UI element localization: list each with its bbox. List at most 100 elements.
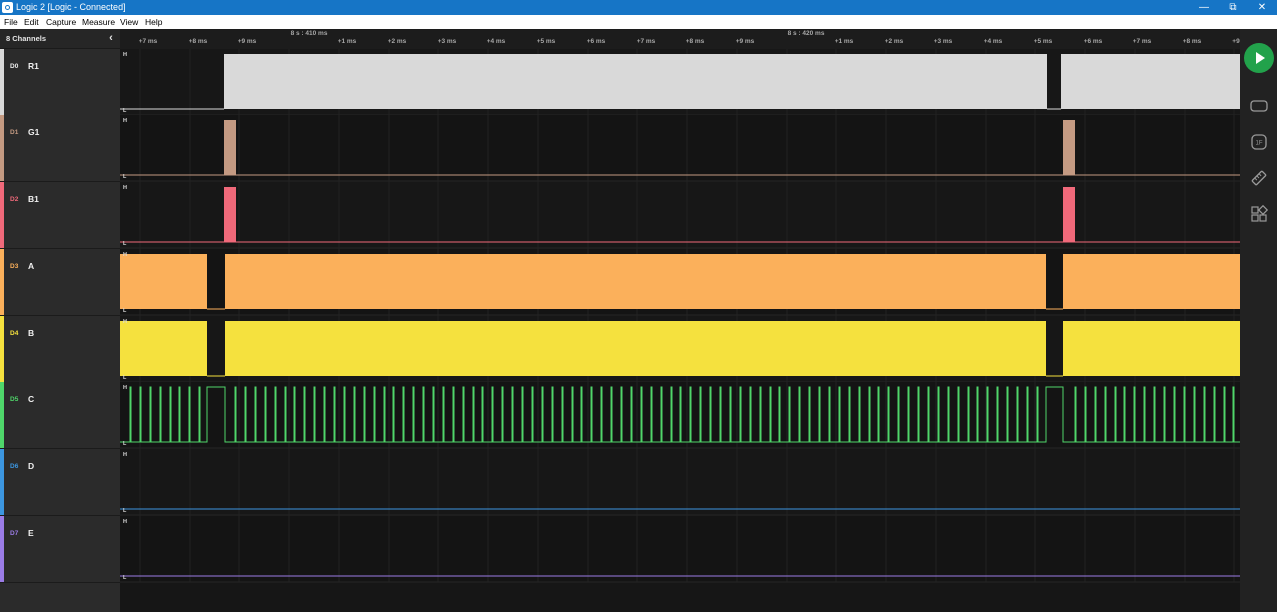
- channel-row-d5[interactable]: D5 C: [0, 382, 120, 449]
- menu-file[interactable]: File: [4, 17, 18, 27]
- signal-pulse: [224, 120, 236, 175]
- channel-lane: [120, 449, 1240, 515]
- channel-name[interactable]: A: [28, 261, 34, 271]
- ruler-tick-label: +1 ms: [337, 38, 357, 45]
- signal-pulse: [224, 187, 236, 242]
- menu-capture[interactable]: Capture: [46, 17, 76, 27]
- channel-color-bar: [0, 382, 4, 448]
- channel-id: D3: [10, 263, 19, 270]
- time-ruler[interactable]: +7 ms +8 ms +9 ms +1 ms +2 ms +3 ms +4 ms +5 ms…: [120, 29, 1240, 49]
- channel-name[interactable]: D: [28, 461, 34, 471]
- chevron-left-icon[interactable]: ‹: [105, 32, 117, 44]
- waveform-view[interactable]: HLHLHLHLHLHLHLHL: [120, 49, 1240, 612]
- channel-color-bar: [0, 182, 4, 248]
- layout-icon[interactable]: [1249, 204, 1269, 224]
- channel-count: 8 Channels: [6, 34, 47, 43]
- ruler-tick-label: +2 ms: [884, 38, 904, 45]
- ruler-major-label: 8 s : 420 ms: [787, 30, 825, 37]
- signal-high-block: [225, 254, 1046, 309]
- menu-bar: File Edit Capture Measure View Help: [0, 15, 1277, 29]
- sidebar-header: 8 Channels ‹: [0, 29, 120, 49]
- channel-row-d7[interactable]: D7 E: [0, 516, 120, 583]
- waveform-canvas[interactable]: HLHLHLHLHLHLHLHL: [120, 49, 1240, 612]
- ruler-tick-label: +7 ms: [1132, 38, 1152, 45]
- ruler-tick-label: +8 ms: [188, 38, 208, 45]
- signal-high-block: [224, 54, 1047, 109]
- channel-name[interactable]: B1: [28, 194, 39, 204]
- channel-id: D7: [10, 530, 19, 537]
- minimize-button[interactable]: —: [1189, 0, 1219, 15]
- signal-high-block: [1061, 54, 1240, 109]
- level-high-label: H: [123, 185, 127, 191]
- channel-id: D6: [10, 463, 19, 470]
- channel-name[interactable]: E: [28, 528, 34, 538]
- level-high-label: H: [123, 519, 127, 525]
- title-bar: Logic 2 [Logic - Connected] — ⧉ ✕: [0, 0, 1277, 15]
- level-high-label: H: [123, 385, 127, 391]
- ruler-tick-label: +3 ms: [437, 38, 457, 45]
- signal-high-block: [225, 321, 1046, 376]
- ruler-tick-label: +2 ms: [387, 38, 407, 45]
- signal-high-block: [120, 254, 207, 309]
- channel-name[interactable]: C: [28, 394, 34, 404]
- channel-color-bar: [0, 115, 4, 181]
- channel-row-d0[interactable]: D0 R1: [0, 49, 120, 116]
- level-high-label: H: [123, 118, 127, 124]
- ruler-tick-label: +1 ms: [834, 38, 854, 45]
- ruler-tick-label: +8 ms: [1182, 38, 1202, 45]
- channel-name[interactable]: B: [28, 328, 34, 338]
- channel-id: D1: [10, 129, 19, 136]
- channel-name[interactable]: G1: [28, 127, 39, 137]
- signal-pulse: [1063, 120, 1075, 175]
- channel-row-d1[interactable]: D1 G1: [0, 115, 120, 182]
- channel-row-d2[interactable]: D2 B1: [0, 182, 120, 249]
- ruler-tick-label: +5 ms: [536, 38, 556, 45]
- channel-id: D0: [10, 63, 19, 70]
- menu-help[interactable]: Help: [145, 17, 162, 27]
- window-title: Logic 2 [Logic - Connected]: [16, 2, 126, 12]
- svg-text:1F: 1F: [1255, 141, 1262, 147]
- level-high-label: H: [123, 252, 127, 258]
- analyzers-icon[interactable]: [1249, 96, 1269, 116]
- ruler-tick-label: +4 ms: [983, 38, 1003, 45]
- app-logo-icon: [2, 2, 13, 13]
- channel-name[interactable]: R1: [28, 61, 39, 71]
- ruler-tick-label: +5 ms: [1033, 38, 1053, 45]
- ruler-tick-label: +7 ms: [138, 38, 158, 45]
- restore-button[interactable]: ⧉: [1218, 0, 1248, 15]
- ruler-tick-label: +9 ms: [237, 38, 257, 45]
- measure-ruler-icon[interactable]: [1249, 168, 1269, 188]
- extensions-icon[interactable]: 1F: [1249, 132, 1269, 152]
- level-high-label: H: [123, 52, 127, 58]
- signal-high-block: [120, 321, 207, 376]
- ruler-tick-label: +8 ms: [685, 38, 705, 45]
- channel-id: D5: [10, 396, 19, 403]
- level-high-label: H: [123, 452, 127, 458]
- channel-id: D2: [10, 196, 19, 203]
- close-button[interactable]: ✕: [1247, 0, 1277, 15]
- signal-high-block: [1063, 321, 1240, 376]
- channel-row-d4[interactable]: D4 B: [0, 316, 120, 383]
- channel-sidebar: 8 Channels ‹ D0 R1 D1 G1 D2 B1 D3 A D4 B D5 C D6 D D7 E: [0, 29, 120, 612]
- channel-color-bar: [0, 316, 4, 382]
- channel-color-bar: [0, 516, 4, 582]
- channel-row-d3[interactable]: D3 A: [0, 249, 120, 316]
- ruler-tick-label: +9 ms: [735, 38, 755, 45]
- channel-id: D4: [10, 330, 19, 337]
- channel-color-bar: [0, 449, 4, 515]
- channel-color-bar: [0, 49, 4, 115]
- ruler-major-label: 8 s : 410 ms: [290, 30, 328, 37]
- ruler-tick-label: +7 ms: [636, 38, 656, 45]
- ruler-tick-label: +4 ms: [486, 38, 506, 45]
- menu-view[interactable]: View: [120, 17, 138, 27]
- channel-row-d6[interactable]: D6 D: [0, 449, 120, 516]
- ruler-tick-label: +6 ms: [586, 38, 606, 45]
- channel-color-bar: [0, 249, 4, 315]
- menu-edit[interactable]: Edit: [24, 17, 39, 27]
- ruler-tick-label: +6 ms: [1083, 38, 1103, 45]
- play-icon[interactable]: [1244, 43, 1274, 73]
- channel-lane: [120, 516, 1240, 582]
- menu-measure[interactable]: Measure: [82, 17, 115, 27]
- signal-high-block: [1063, 254, 1240, 309]
- ruler-tick-label: +9: [1232, 38, 1240, 45]
